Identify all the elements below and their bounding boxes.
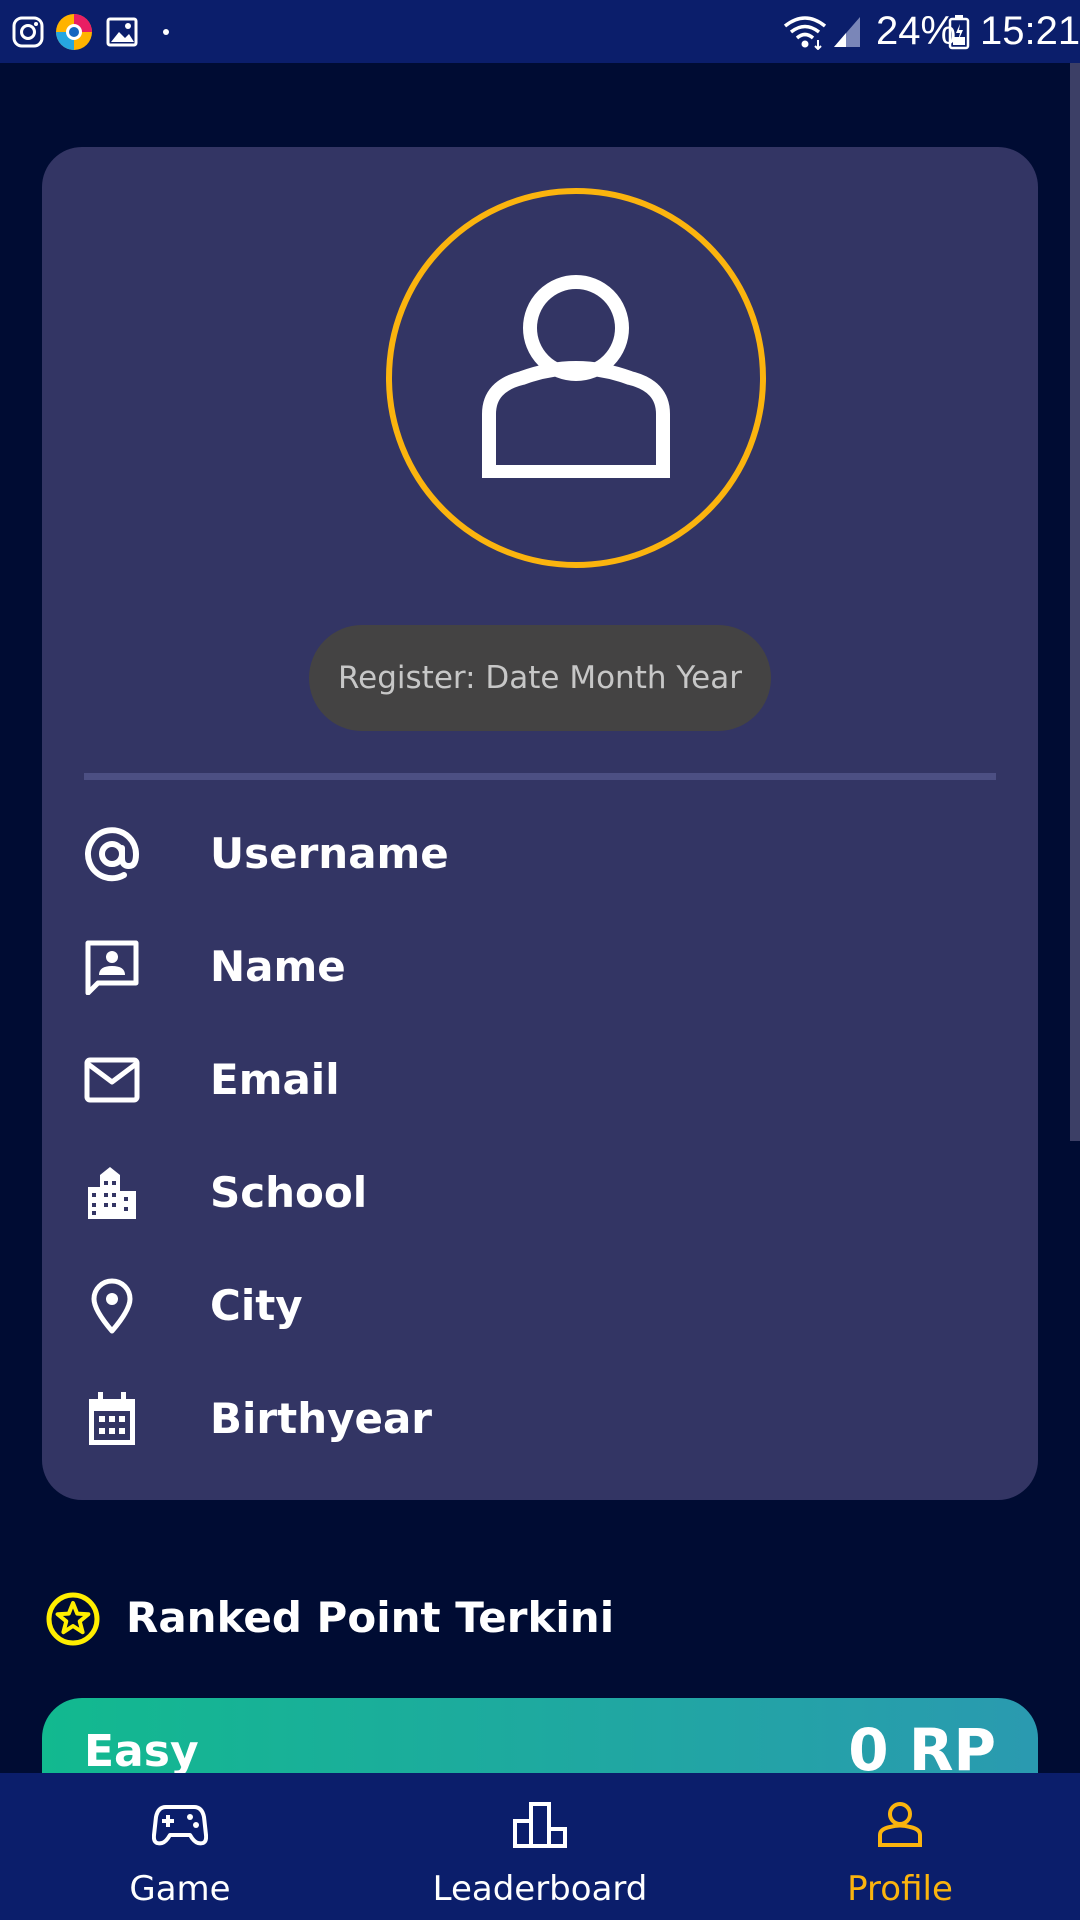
- profile-field-school[interactable]: School: [84, 1153, 984, 1233]
- avatar[interactable]: [386, 188, 766, 568]
- building-icon: [84, 1165, 140, 1221]
- rank-level-label: Easy: [84, 1726, 199, 1777]
- screen: 24% 15:21 Register: Date Month Year User…: [0, 0, 1080, 1920]
- nav-label: Profile: [847, 1869, 953, 1909]
- nav-profile[interactable]: Profile: [720, 1773, 1080, 1920]
- field-label: Username: [210, 829, 449, 878]
- at-sign-icon: [84, 826, 140, 882]
- profile-field-birthyear[interactable]: Birthyear: [84, 1379, 984, 1459]
- location-pin-icon: [84, 1278, 140, 1334]
- profile-icon: [878, 1802, 922, 1847]
- bottom-navigation: Game Leaderboard Profile: [0, 1773, 1080, 1920]
- status-bar: 24% 15:21: [0, 0, 1080, 63]
- person-outline-icon: [482, 275, 670, 478]
- mail-icon: [84, 1052, 140, 1108]
- profile-field-email[interactable]: Email: [84, 1040, 984, 1120]
- profile-field-username[interactable]: Username: [84, 814, 984, 894]
- calendar-icon: [84, 1391, 140, 1447]
- scrollbar[interactable]: [1070, 63, 1080, 1141]
- nav-label: Leaderboard: [432, 1869, 648, 1909]
- nav-label: Game: [129, 1869, 231, 1909]
- wifi-icon: [782, 0, 828, 63]
- field-label: Email: [210, 1055, 340, 1104]
- field-label: Name: [210, 942, 346, 991]
- instagram-icon: [12, 0, 44, 63]
- battery-icon: [948, 0, 970, 63]
- ranked-point-title: Ranked Point Terkini: [126, 1593, 615, 1642]
- nav-game[interactable]: Game: [0, 1773, 360, 1920]
- name-card-icon: [84, 939, 140, 996]
- profile-card: Register: Date Month Year Username Name …: [42, 147, 1038, 1500]
- star-icon: [46, 1592, 100, 1650]
- notification-dot-icon: [162, 0, 170, 63]
- browser-icon: [54, 0, 94, 63]
- profile-field-city[interactable]: City: [84, 1266, 984, 1346]
- signal-icon: [832, 0, 862, 63]
- leaderboard-icon: [513, 1802, 567, 1848]
- battery-percent: 24%: [876, 9, 957, 53]
- gamepad-icon: [152, 1805, 208, 1846]
- field-label: Birthyear: [210, 1394, 433, 1443]
- field-label: City: [210, 1281, 303, 1330]
- register-date-badge: Register: Date Month Year: [309, 625, 771, 731]
- nav-leaderboard[interactable]: Leaderboard: [360, 1773, 720, 1920]
- gallery-icon: [106, 0, 138, 63]
- divider: [84, 773, 996, 780]
- clock: 15:21: [980, 9, 1080, 53]
- profile-field-name[interactable]: Name: [84, 927, 984, 1007]
- field-label: School: [210, 1168, 368, 1217]
